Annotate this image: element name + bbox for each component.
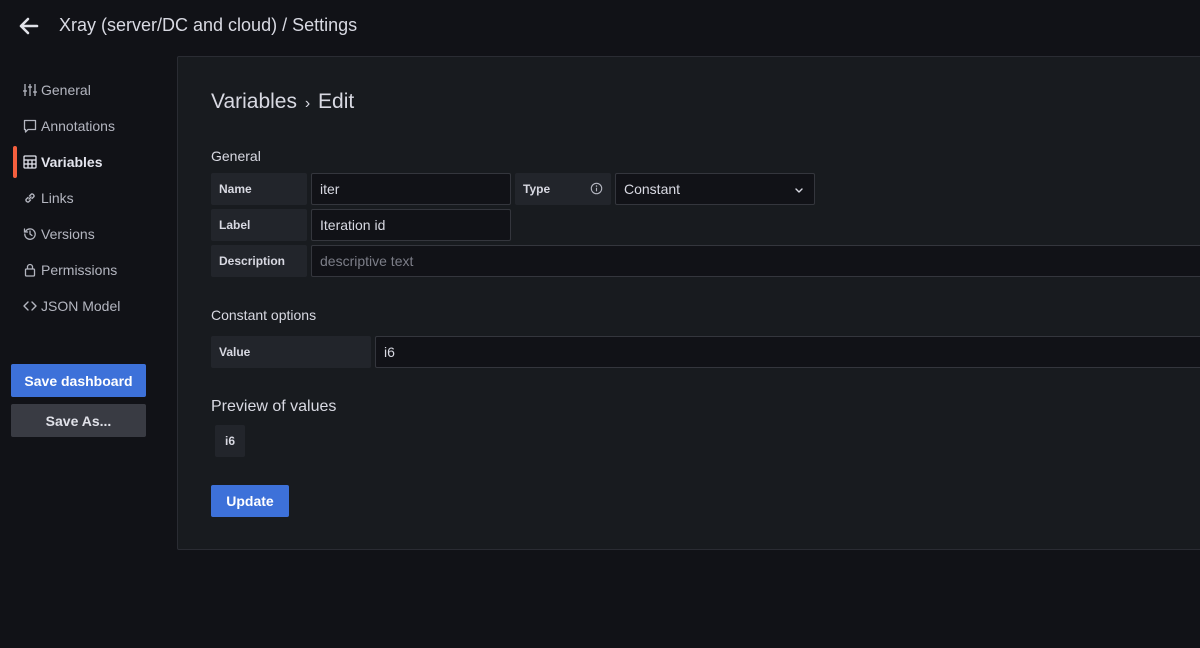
type-select[interactable]: Constant — [615, 173, 815, 205]
description-input[interactable] — [311, 245, 1200, 277]
preview-title: Preview of values — [211, 398, 337, 415]
calculator-icon — [22, 155, 37, 170]
sidebar-item-label: Versions — [41, 226, 95, 242]
preview-value-chip: i6 — [215, 425, 245, 457]
sidebar-item-versions[interactable]: Versions — [0, 216, 160, 252]
name-label: Name — [211, 173, 307, 205]
sidebar-item-label: General — [41, 82, 91, 98]
label-label: Label — [211, 209, 307, 241]
breadcrumb-separator: › — [304, 95, 311, 112]
general-section-title: General — [211, 148, 261, 164]
save-as-button[interactable]: Save As... — [11, 404, 146, 437]
page-heading: Variables › Edit — [211, 90, 354, 114]
sidebar-item-annotations[interactable]: Annotations — [0, 108, 160, 144]
constant-options-title: Constant options — [211, 307, 317, 323]
label-input[interactable] — [311, 209, 511, 241]
code-icon — [22, 299, 37, 314]
sidebar-item-label: Annotations — [41, 118, 115, 134]
info-circle-icon[interactable] — [590, 182, 603, 195]
type-label: Type — [515, 173, 611, 205]
description-label: Description — [211, 245, 307, 277]
comment-icon — [22, 119, 37, 134]
sidebar-item-label: Links — [41, 190, 74, 206]
variable-editor-panel: Variables › Edit General Name Type Const… — [177, 56, 1200, 550]
breadcrumb-parent: Variables — [211, 90, 297, 113]
back-button[interactable] — [14, 12, 44, 40]
sidebar-item-label: Permissions — [41, 262, 118, 278]
name-input[interactable] — [311, 173, 511, 205]
sliders-icon — [22, 83, 37, 98]
settings-sidebar: General Annotations Variables Links Vers… — [0, 72, 160, 324]
sidebar-item-json-model[interactable]: JSON Model — [0, 288, 160, 324]
value-label: Value — [211, 336, 371, 368]
sidebar-item-links[interactable]: Links — [0, 180, 160, 216]
lock-icon — [22, 263, 37, 278]
arrow-left-icon — [19, 17, 39, 35]
type-select-value: Constant — [624, 181, 681, 197]
top-bar: Xray (server/DC and cloud) / Settings — [0, 0, 1200, 52]
page-title: Xray (server/DC and cloud) / Settings — [59, 15, 358, 35]
save-dashboard-button[interactable]: Save dashboard — [11, 364, 146, 397]
sidebar-item-general[interactable]: General — [0, 72, 160, 108]
link-icon — [22, 191, 37, 206]
type-label-text: Type — [523, 182, 551, 196]
history-icon — [22, 227, 37, 242]
sidebar-item-permissions[interactable]: Permissions — [0, 252, 160, 288]
sidebar-item-variables[interactable]: Variables — [0, 144, 160, 180]
sidebar-item-label: Variables — [41, 154, 103, 170]
update-button[interactable]: Update — [211, 485, 289, 517]
sidebar-item-label: JSON Model — [41, 298, 121, 314]
breadcrumb-current: Edit — [318, 90, 355, 113]
chevron-down-icon — [794, 183, 804, 199]
value-input[interactable] — [375, 336, 1200, 368]
